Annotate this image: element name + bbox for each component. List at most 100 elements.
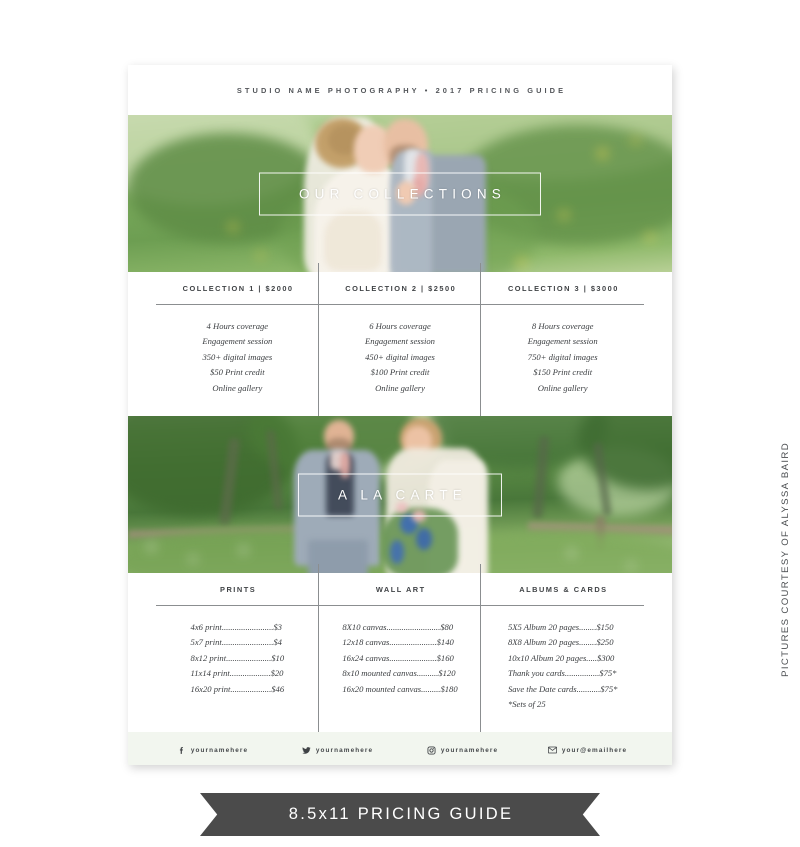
social-facebook[interactable]: yournamehere <box>150 746 275 755</box>
collection-item: $100 Print credit <box>370 367 430 378</box>
price-row: 16x20 mounted canvas.........$180 <box>342 683 458 694</box>
photo-detail <box>324 211 382 271</box>
email-icon <box>547 746 557 755</box>
pricing-guide-ribbon: 8.5x11 PRICING GUIDE <box>200 793 600 836</box>
photo-detail <box>257 252 264 259</box>
photo-detail <box>190 556 196 563</box>
price-row: 11x14 print...................$20 <box>190 668 284 679</box>
collection-item: $150 Print credit <box>533 367 593 378</box>
social-handle: yournamehere <box>190 746 249 754</box>
alacarte-title: WALL ART <box>375 585 426 595</box>
collection-item: $50 Print credit <box>210 367 265 378</box>
price-list: 8X10 canvas.........................$80 … <box>319 606 482 717</box>
collection-item: Engagement session <box>202 336 273 347</box>
collection-items-3: 8 Hours coverage Engagement session 750+… <box>481 305 644 416</box>
social-twitter[interactable]: yournamehere <box>275 746 400 755</box>
price-list: 4x6 print........................$3 5x7 … <box>156 606 319 717</box>
collections-body-row: 4 Hours coverage Engagement session 350+… <box>156 295 644 417</box>
collection-item: 350+ digital images <box>202 351 273 362</box>
social-instagram[interactable]: yournamehere <box>400 746 525 755</box>
studio-header-text: STUDIO NAME PHOTOGRAPHY • 2017 PRICING G… <box>236 85 567 95</box>
alacarte-column-prints: PRINTS <box>156 564 319 606</box>
pricing-guide-page: STUDIO NAME PHOTOGRAPHY • 2017 PRICING G… <box>128 65 672 765</box>
photo-detail <box>229 223 237 231</box>
price-row: 8x10 mounted canvas..........$120 <box>342 668 456 679</box>
alacarte-column-albums: ALBUMS & CARDS <box>481 573 644 605</box>
price-row: 8X10 canvas.........................$80 <box>342 622 454 633</box>
price-row: 4x6 print........................$3 <box>190 622 282 633</box>
social-handle: your@emailhere <box>561 746 628 754</box>
collection-item: Engagement session <box>527 336 598 347</box>
photo-detail <box>632 137 639 144</box>
price-row: 8X8 Album 20 pages........$250 <box>507 637 614 648</box>
price-row: 12x18 canvas......................$140 <box>342 637 454 648</box>
photo-detail <box>646 233 654 241</box>
hero-alacarte-caption: A LA CARTE <box>297 473 503 517</box>
photo-detail <box>568 550 575 557</box>
price-row: 5x7 print........................$4 <box>190 637 282 648</box>
photo-detail <box>390 540 404 565</box>
collection-item: 4 Hours coverage <box>206 321 269 331</box>
collection-item-list: 8 Hours coverage Engagement session 750+… <box>481 305 644 416</box>
collection-item: Online gallery <box>537 382 588 393</box>
price-row: 16x20 print...................$46 <box>190 683 285 694</box>
alacarte-title: PRINTS <box>220 585 257 595</box>
alacarte-column-wallart: WALL ART <box>319 564 482 606</box>
photo-detail <box>598 149 607 158</box>
social-footer: yournamehere yournamehere yournamehere y… <box>128 732 672 765</box>
hero-image-alacarte: A LA CARTE <box>128 416 672 574</box>
collection-items-2: 6 Hours coverage Engagement session 450+… <box>319 295 482 417</box>
collections-section: COLLECTION 1 | $2000 COLLECTION 2 | $250… <box>128 263 672 417</box>
collection-item-list: 4 Hours coverage Engagement session 350+… <box>156 305 319 416</box>
photo-credit: PICTURES COURTESY OF ALYSSA BAIRD <box>776 442 794 772</box>
collection-item: Engagement session <box>365 336 435 347</box>
photo-detail <box>628 563 634 570</box>
photo-detail <box>517 258 526 267</box>
collection-item: 450+ digital images <box>365 351 435 362</box>
price-footnote: *Sets of 25 <box>507 699 546 710</box>
social-email[interactable]: your@emailhere <box>525 746 650 755</box>
instagram-icon <box>427 746 436 755</box>
hero-image-collections: OUR COLLECTIONS <box>128 115 672 272</box>
alacarte-items-prints: 4x6 print........................$3 5x7 … <box>156 597 319 733</box>
collection-item: 6 Hours coverage <box>369 321 431 331</box>
hero-alacarte-caption-text: A LA CARTE <box>337 487 468 503</box>
collection-title: COLLECTION 2 | $2500 <box>345 284 457 293</box>
collection-item: 750+ digital images <box>527 351 598 362</box>
alacarte-items-wallart: 8X10 canvas.........................$80 … <box>319 597 482 733</box>
collection-column-2: COLLECTION 2 | $2500 <box>319 263 482 304</box>
collection-column-1: COLLECTION 1 | $2000 <box>156 263 319 304</box>
price-row: 10x10 Album 20 pages.....$300 <box>507 652 615 663</box>
ribbon-label: 8.5x11 PRICING GUIDE <box>288 805 514 823</box>
collection-title: COLLECTION 1 | $2000 <box>182 284 294 293</box>
collection-title: COLLECTION 3 | $3000 <box>507 284 619 293</box>
price-row: 8x12 print.....................$10 <box>190 652 285 663</box>
alacarte-section: PRINTS WALL ART ALBUMS & CARDS 4x6 print… <box>128 564 672 733</box>
collection-item: 8 Hours coverage <box>531 321 594 331</box>
price-row: 16x24 canvas......................$160 <box>342 652 454 663</box>
photo-detail <box>148 544 155 551</box>
photo-detail <box>560 211 568 219</box>
page-header: STUDIO NAME PHOTOGRAPHY • 2017 PRICING G… <box>128 65 672 115</box>
hero-collections-caption-text: OUR COLLECTIONS <box>298 186 507 201</box>
hero-collections-caption: OUR COLLECTIONS <box>258 172 542 215</box>
photo-credit-text: PICTURES COURTESY OF ALYSSA BAIRD <box>779 442 791 677</box>
photo-detail <box>240 547 247 554</box>
facebook-icon <box>177 746 186 755</box>
collection-items-1: 4 Hours coverage Engagement session 350+… <box>156 295 319 417</box>
collection-item: Online gallery <box>212 382 263 393</box>
collection-column-3: COLLECTION 3 | $3000 <box>481 272 644 304</box>
photo-detail <box>416 528 432 551</box>
price-row: 5X5 Album 20 pages........$150 <box>507 622 614 633</box>
alacarte-items-albums: 5X5 Album 20 pages........$150 8X8 Album… <box>481 606 644 732</box>
alacarte-title: ALBUMS & CARDS <box>519 585 608 595</box>
alacarte-headers-row: PRINTS WALL ART ALBUMS & CARDS <box>156 564 644 606</box>
price-row: Thank you cards................$75* <box>507 668 617 679</box>
price-row: Save the Date cards...........$75* <box>507 683 618 694</box>
social-handle: yournamehere <box>440 746 499 754</box>
alacarte-body-row: 4x6 print........................$3 5x7 … <box>156 597 644 733</box>
twitter-icon <box>302 746 311 755</box>
price-list: 5X5 Album 20 pages........$150 8X8 Album… <box>481 606 644 732</box>
social-handle: yournamehere <box>315 746 374 754</box>
collection-item-list: 6 Hours coverage Engagement session 450+… <box>319 305 482 416</box>
